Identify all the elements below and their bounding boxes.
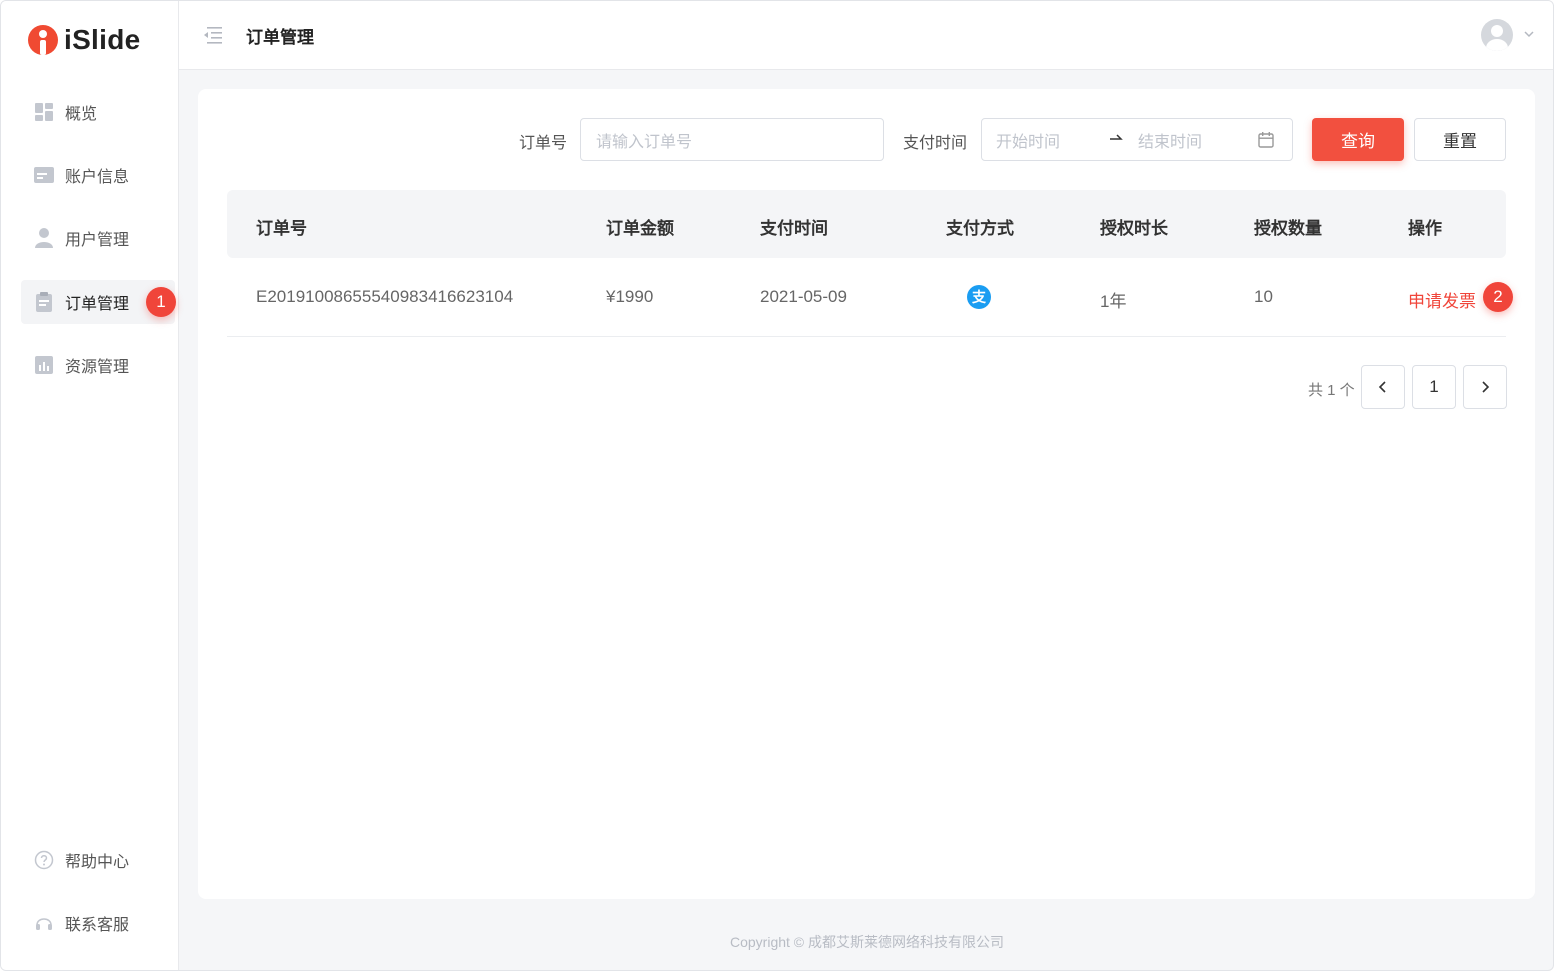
order-no-placeholder: 请输入订单号	[596, 133, 693, 151]
clipboard-icon	[33, 291, 55, 313]
pay-time-label: 支付时间	[903, 135, 968, 152]
calendar-icon	[1257, 131, 1275, 154]
dashboard-icon	[33, 101, 55, 123]
help-icon	[33, 849, 55, 871]
order-no-input[interactable]: 请输入订单号	[580, 118, 884, 161]
column-header-quantity: 授权数量	[1254, 219, 1322, 238]
table-header: 订单号 订单金额 支付时间 支付方式 授权时长 授权数量 操作	[227, 190, 1506, 258]
query-button[interactable]: 查询	[1312, 118, 1404, 161]
column-header-amount: 订单金额	[606, 219, 674, 238]
column-header-paid-at: 支付时间	[760, 219, 828, 238]
sidebar-item-label: 账户信息	[65, 169, 130, 186]
column-header-actions: 操作	[1408, 219, 1442, 238]
avatar[interactable]	[1481, 19, 1513, 51]
sidebar-item-help[interactable]: 帮助中心	[21, 838, 175, 882]
prev-page-button[interactable]	[1361, 365, 1405, 409]
quantity-cell: 10	[1254, 287, 1273, 306]
page-title: 订单管理	[246, 28, 314, 47]
brand-name: iSlide	[64, 24, 141, 55]
next-page-button[interactable]	[1463, 365, 1507, 409]
headset-icon	[33, 912, 55, 934]
sidebar-item-label: 联系客服	[65, 917, 130, 934]
arrow-right-icon	[1109, 130, 1123, 149]
sidebar-item-account[interactable]: 账户信息	[21, 153, 175, 197]
chevron-down-icon[interactable]	[1523, 27, 1535, 39]
sidebar-item-label: 概览	[65, 106, 98, 123]
step-badge-1: 1	[146, 287, 176, 317]
brand-logo-icon	[28, 25, 58, 55]
chevron-left-icon	[1378, 381, 1386, 393]
id-card-icon	[33, 164, 55, 186]
app-window: iSlide 概览 账户信息 用户管理 订单管理 1 资源管理 帮助中心 联系客…	[0, 0, 1554, 971]
apply-invoice-link[interactable]: 申请发票	[1408, 287, 1476, 312]
top-header: 订单管理	[179, 1, 1553, 70]
footer-copyright: Copyright © 成都艾斯莱德网络科技有限公司	[729, 934, 1004, 950]
column-header-duration: 授权时长	[1100, 219, 1168, 238]
column-header-pay-method: 支付方式	[946, 219, 1014, 238]
orders-card: 订单号 请输入订单号 支付时间 开始时间 结束时间 查询 重置 订单号 订单金额…	[198, 89, 1535, 899]
duration-cell: 1年	[1100, 292, 1127, 311]
step-badge-2: 2	[1483, 282, 1513, 312]
date-range-picker[interactable]: 开始时间 结束时间	[981, 118, 1293, 161]
sidebar-item-users[interactable]: 用户管理	[21, 216, 175, 260]
user-icon	[33, 227, 55, 249]
end-date-placeholder: 结束时间	[1138, 133, 1203, 151]
bar-chart-icon	[33, 354, 55, 376]
sidebar-item-resources[interactable]: 资源管理	[21, 343, 175, 387]
order-no-label: 订单号	[519, 135, 568, 152]
logo[interactable]: iSlide	[28, 23, 141, 57]
sidebar-item-label: 用户管理	[65, 232, 130, 249]
table-row: E20191008655540983416623104 ¥1990 2021-0…	[227, 258, 1513, 337]
amount-cell: ¥1990	[606, 287, 654, 306]
menu-collapse-icon[interactable]	[201, 25, 223, 45]
chevron-right-icon	[1482, 381, 1490, 393]
sidebar-item-label: 帮助中心	[65, 854, 130, 871]
column-header-order-no: 订单号	[256, 219, 307, 238]
reset-button[interactable]: 重置	[1414, 118, 1506, 161]
start-date-placeholder: 开始时间	[996, 133, 1061, 151]
sidebar-item-support[interactable]: 联系客服	[21, 901, 175, 945]
alipay-icon: 支	[967, 285, 991, 309]
sidebar-item-overview[interactable]: 概览	[21, 90, 175, 134]
page-1-button[interactable]: 1	[1412, 365, 1456, 409]
order-no-cell: E20191008655540983416623104	[256, 287, 514, 306]
sidebar-item-label: 订单管理	[65, 296, 130, 313]
sidebar-item-label: 资源管理	[65, 359, 130, 376]
pagination-total: 共 1 个	[1308, 382, 1355, 399]
paid-at-cell: 2021-05-09	[760, 287, 847, 306]
sidebar: iSlide 概览 账户信息 用户管理 订单管理 1 资源管理 帮助中心 联系客…	[1, 1, 179, 970]
